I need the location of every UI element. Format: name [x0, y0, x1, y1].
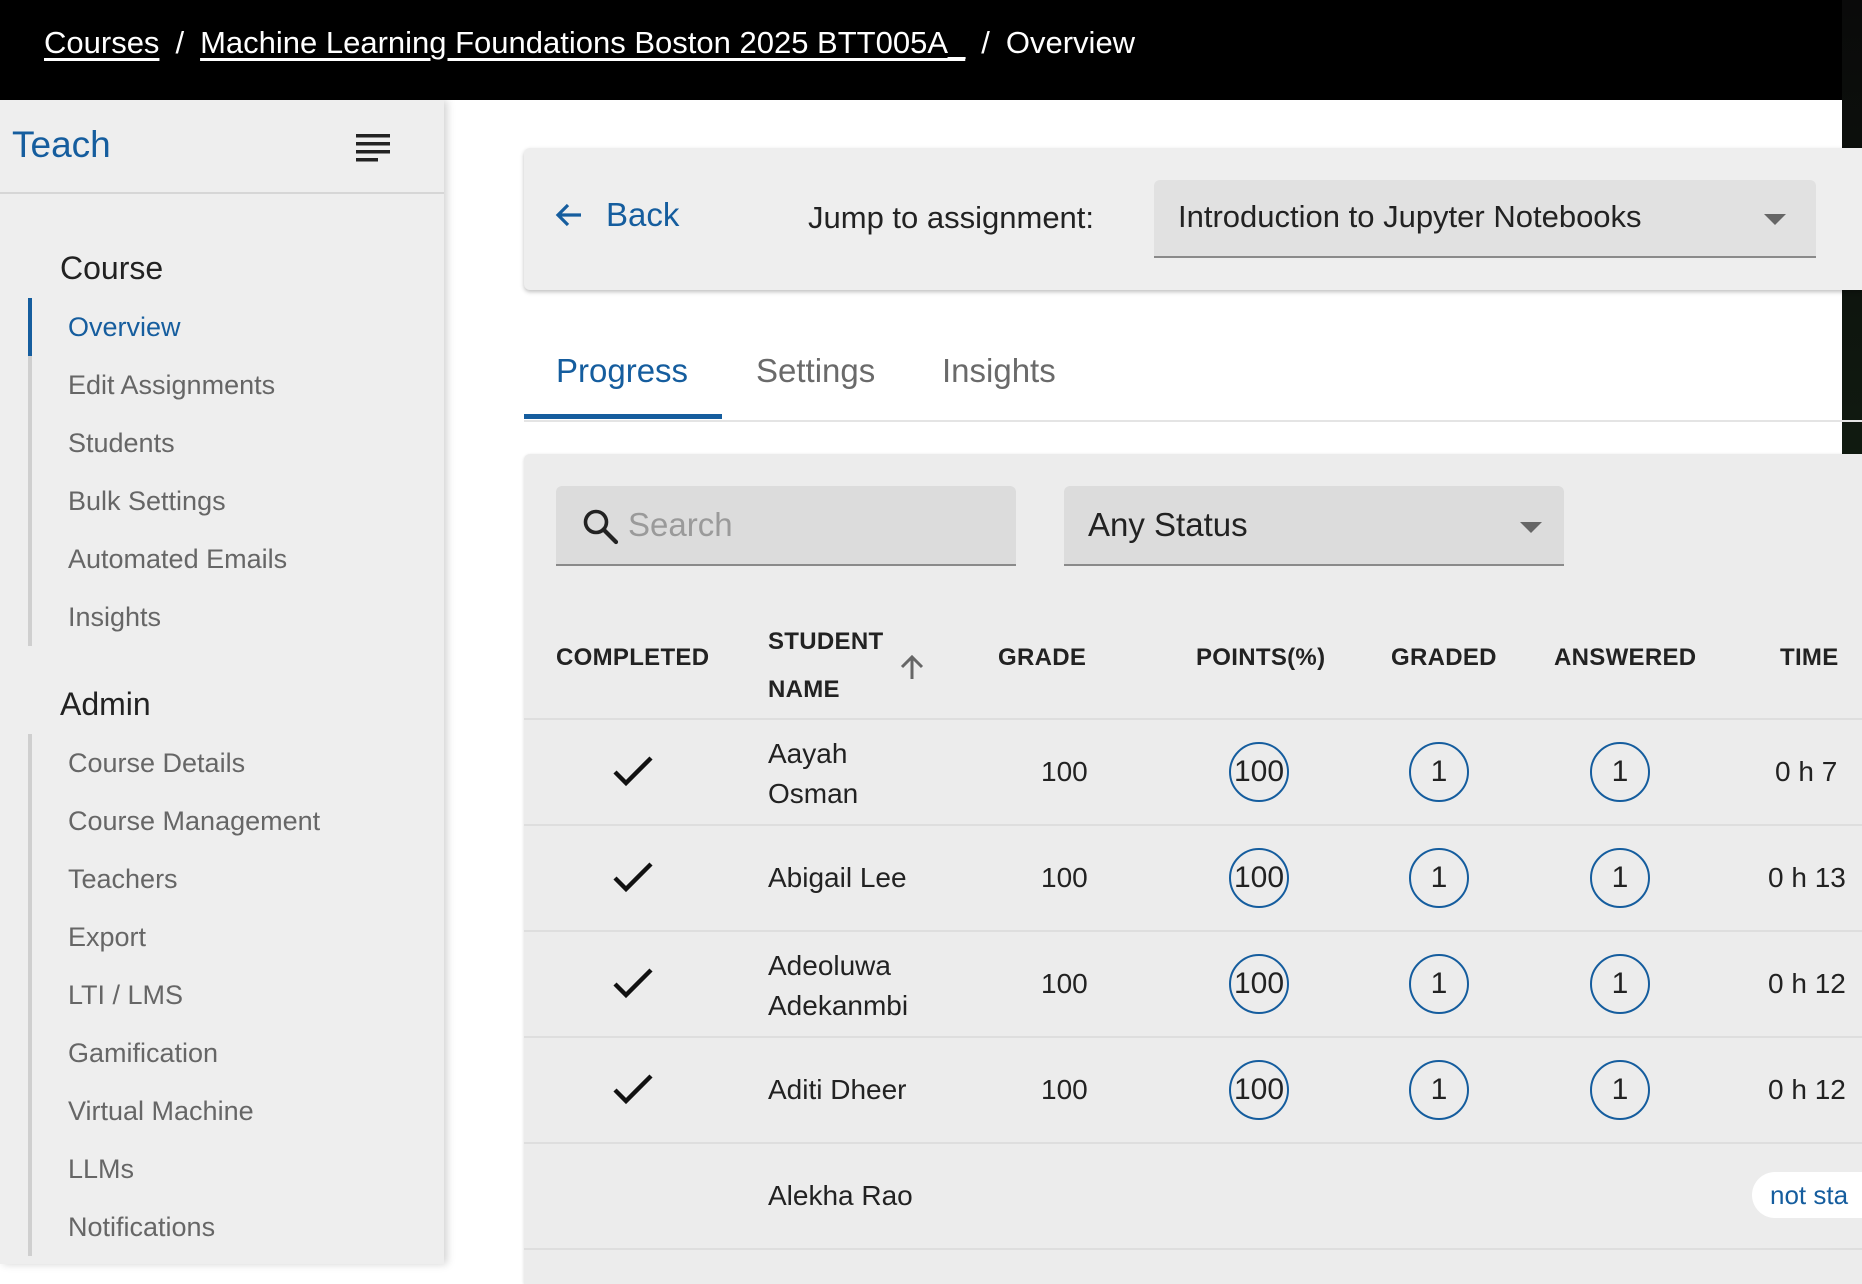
sidebar-item-overview[interactable]: Overview	[27, 298, 287, 356]
column-header-student-line1: STUDENT	[768, 628, 884, 655]
status-badge-not-started[interactable]: not sta	[1752, 1172, 1862, 1218]
answered-badge[interactable]: 1	[1590, 954, 1650, 1014]
breadcrumb-current: Overview	[1005, 25, 1136, 60]
tab-insights[interactable]: Insights	[942, 352, 1056, 390]
grade-value: 100	[1041, 862, 1088, 893]
table-row[interactable]: Abigail Lee 100 100 1 1 0 h 13	[524, 824, 1862, 932]
column-header-points[interactable]: POINTS(%)	[1196, 644, 1325, 672]
sidebar-item-bulk-settings[interactable]: Bulk Settings	[32, 472, 287, 530]
top-bar: Courses / Machine Learning Foundations Bos…	[0, 0, 1862, 100]
check-icon	[613, 862, 653, 893]
sidebar-item-notifications[interactable]: Notifications	[32, 1198, 320, 1256]
sidebar-item-lti-lms[interactable]: LTI / LMS	[32, 966, 320, 1024]
student-name[interactable]: Abigail Lee	[768, 862, 907, 894]
search-placeholder: Search	[628, 506, 733, 543]
arrow-left-icon	[555, 203, 581, 227]
sidebar-header: Teach	[0, 100, 444, 194]
sidebar-item-automated-emails[interactable]: Automated Emails	[32, 530, 287, 588]
column-header-grade[interactable]: GRADE	[998, 644, 1086, 672]
grade-value: 100	[1041, 968, 1088, 999]
search-icon	[583, 509, 619, 545]
student-name[interactable]: Adeoluwa Adekanmbi	[768, 946, 908, 1026]
points-badge[interactable]: 100	[1229, 1060, 1289, 1120]
graded-badge[interactable]: 1	[1409, 848, 1469, 908]
sidebar-item-students[interactable]: Students	[32, 414, 287, 472]
table-row[interactable]: Adeoluwa Adekanmbi 100 100 1 1 0 h 12	[524, 930, 1862, 1038]
active-tab-indicator	[524, 414, 722, 419]
points-badge[interactable]: 100	[1229, 742, 1289, 802]
breadcrumb: Courses / Machine Learning Foundations Bos…	[44, 25, 1135, 61]
search-input[interactable]: Search	[556, 486, 1016, 566]
check-icon	[613, 968, 653, 999]
back-label: Back	[606, 196, 680, 233]
sidebar: Teach Course Overview Edit Assignments S…	[0, 100, 444, 1264]
assignment-select-value: Introduction to Jupyter Notebooks	[1178, 199, 1642, 234]
assignment-header-card: Back Jump to assignment: Introduction to…	[524, 148, 1862, 290]
course-section-heading: Course	[60, 250, 164, 286]
answered-badge[interactable]: 1	[1590, 848, 1650, 908]
answered-badge[interactable]: 1	[1590, 1060, 1650, 1120]
graded-badge[interactable]: 1	[1409, 954, 1469, 1014]
course-nav: Overview Edit Assignments Students Bulk …	[27, 298, 287, 646]
sidebar-item-edit-assignments[interactable]: Edit Assignments	[32, 356, 287, 414]
sidebar-item-llms[interactable]: LLMs	[32, 1140, 320, 1198]
sort-arrow-up-icon	[900, 654, 924, 679]
assignment-select[interactable]: Introduction to Jupyter Notebooks	[1154, 180, 1816, 258]
time-value: 0 h 13	[1768, 862, 1846, 893]
tab-progress[interactable]: Progress	[556, 352, 688, 390]
breadcrumb-separator: /	[175, 25, 185, 60]
status-filter-value: Any Status	[1088, 506, 1248, 543]
sidebar-item-gamification[interactable]: Gamification	[32, 1024, 320, 1082]
grade-value: 100	[1041, 1074, 1088, 1105]
student-name[interactable]: Alekha Rao	[768, 1180, 913, 1212]
row-divider	[524, 1248, 1862, 1252]
admin-section-heading: Admin	[60, 686, 151, 722]
time-value: 0 h 7	[1775, 756, 1838, 787]
column-header-graded[interactable]: GRADED	[1391, 644, 1497, 672]
sidebar-item-insights[interactable]: Insights	[32, 588, 287, 646]
status-filter-select[interactable]: Any Status	[1064, 486, 1564, 566]
column-header-completed[interactable]: COMPLETED	[556, 644, 709, 672]
student-name[interactable]: Aayah Osman	[768, 734, 858, 814]
student-name[interactable]: Aditi Dheer	[768, 1074, 907, 1106]
sidebar-item-course-details[interactable]: Course Details	[32, 734, 320, 792]
points-badge[interactable]: 100	[1229, 954, 1289, 1014]
answered-badge[interactable]: 1	[1590, 742, 1650, 802]
admin-nav: Course Details Course Management Teacher…	[28, 734, 320, 1256]
breadcrumb-course-link[interactable]: Machine Learning Foundations Boston 2025…	[200, 25, 965, 60]
breadcrumb-courses-link[interactable]: Courses	[44, 25, 159, 60]
check-icon	[613, 1074, 653, 1105]
graded-badge[interactable]: 1	[1409, 1060, 1469, 1120]
jump-to-assignment-label: Jump to assignment:	[808, 200, 1095, 235]
sidebar-item-virtual-machine[interactable]: Virtual Machine	[32, 1082, 320, 1140]
check-icon	[613, 756, 653, 787]
grade-value: 100	[1041, 756, 1088, 787]
graded-badge[interactable]: 1	[1409, 742, 1469, 802]
column-header-time[interactable]: TIME	[1780, 644, 1839, 672]
table-row[interactable]: Alekha Rao not sta	[524, 1142, 1862, 1250]
progress-table-card: Search Any Status COMPLETED STUDENT NAME…	[524, 454, 1862, 1284]
breadcrumb-separator: /	[981, 25, 990, 60]
time-value: 0 h 12	[1768, 1074, 1846, 1105]
chevron-down-icon	[1520, 522, 1542, 533]
column-header-student-name[interactable]: STUDENT NAME	[768, 618, 928, 703]
table-row[interactable]: Aditi Dheer 100 100 1 1 0 h 12	[524, 1036, 1862, 1144]
time-value: 0 h 12	[1768, 968, 1846, 999]
column-header-answered[interactable]: ANSWERED	[1554, 644, 1696, 672]
menu-icon[interactable]	[356, 132, 390, 162]
table-row[interactable]: Aayah Osman 100 100 1 1 0 h 7	[524, 718, 1862, 826]
sidebar-title: Teach	[12, 124, 111, 165]
tab-settings[interactable]: Settings	[756, 352, 875, 390]
points-badge[interactable]: 100	[1229, 848, 1289, 908]
sidebar-item-course-management[interactable]: Course Management	[32, 792, 320, 850]
sidebar-item-teachers[interactable]: Teachers	[32, 850, 320, 908]
back-button[interactable]: Back	[554, 196, 679, 234]
tab-bar: Progress Settings Insights	[524, 340, 1862, 422]
chevron-down-icon	[1764, 214, 1786, 225]
sidebar-item-export[interactable]: Export	[32, 908, 320, 966]
column-header-student-line2: NAME	[768, 676, 840, 703]
